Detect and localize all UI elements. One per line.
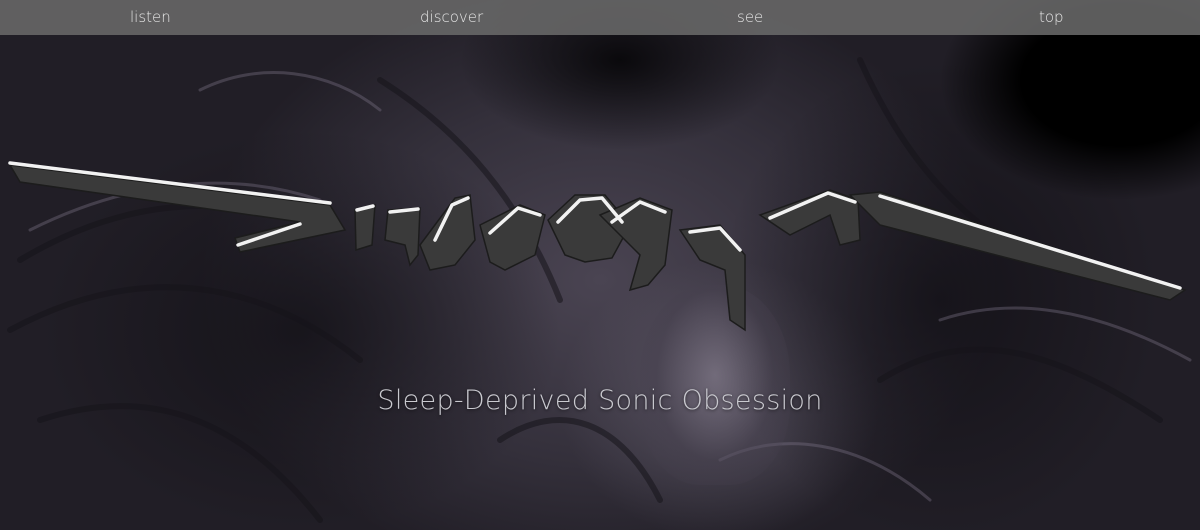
nav-link-top[interactable]: top (1039, 0, 1064, 35)
nav-link-listen[interactable]: listen (130, 0, 171, 35)
page: listen discover see top Sleep-Deprived S… (0, 0, 1200, 530)
nav-link-see[interactable]: see (737, 0, 763, 35)
dialogue-logo (8, 161, 1187, 332)
top-navigation-bar: listen discover see top (0, 0, 1200, 35)
nav-link-discover[interactable]: discover (420, 0, 483, 35)
tagline: Sleep-Deprived Sonic Obsession (377, 385, 823, 416)
